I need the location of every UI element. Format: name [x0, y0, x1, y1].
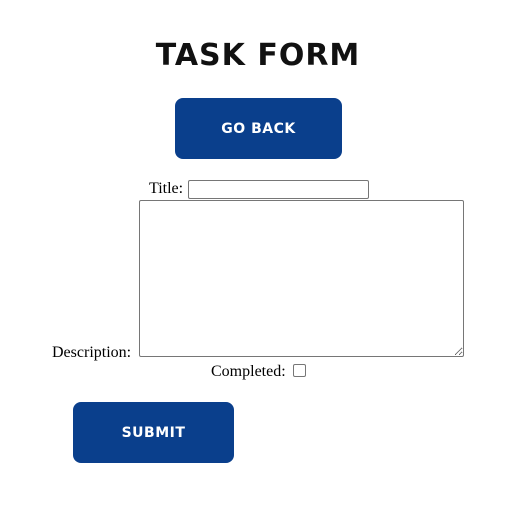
submit-button[interactable]: SUBMIT [73, 402, 234, 463]
description-textarea[interactable] [139, 200, 464, 357]
completed-label: Completed: [211, 363, 286, 380]
task-form-page: TASK FORM GO BACK Title: Description: Co… [0, 0, 514, 522]
go-back-button[interactable]: GO BACK [175, 98, 342, 159]
description-label: Description: [52, 344, 132, 361]
title-label: Title: [149, 180, 184, 197]
page-title: TASK FORM [155, 38, 361, 73]
completed-checkbox[interactable] [293, 364, 306, 377]
title-input[interactable] [188, 180, 369, 199]
